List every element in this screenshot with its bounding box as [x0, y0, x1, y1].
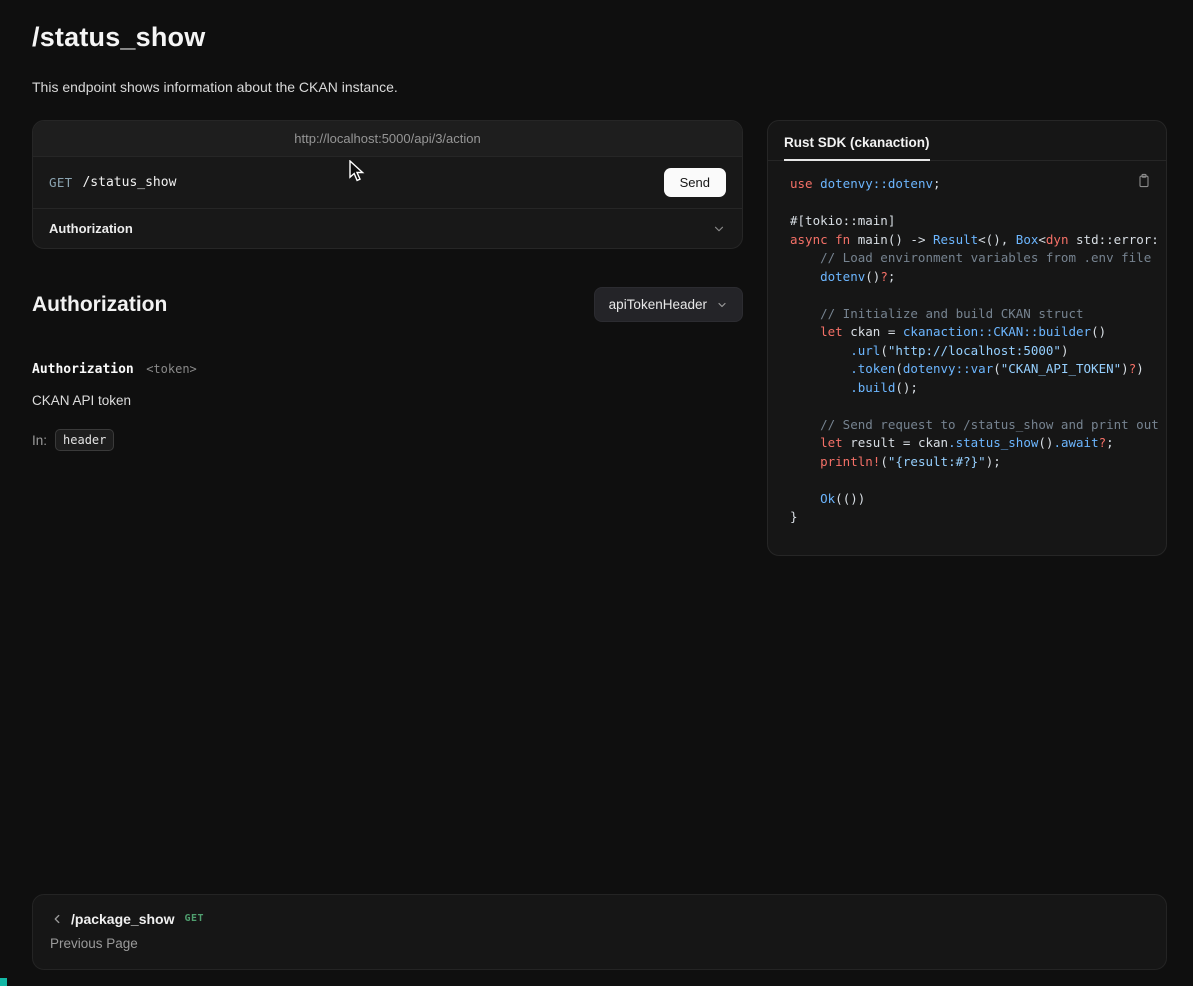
param-name: Authorization: [32, 362, 134, 377]
code-line: #[tokio::main]: [790, 212, 1158, 231]
page-title: /status_show: [32, 22, 1167, 53]
request-card: http://localhost:5000/api/3/action GET /…: [32, 120, 743, 249]
in-value-chip: header: [55, 429, 114, 451]
http-method-label: GET: [49, 175, 72, 190]
previous-page-label: Previous Page: [50, 936, 1146, 951]
param-description: CKAN API token: [32, 393, 743, 408]
param-type: <token>: [146, 362, 197, 376]
code-line: let result = ckan.status_show().await?;: [790, 434, 1158, 453]
in-label: In:: [32, 433, 47, 448]
auth-scheme-value: apiTokenHeader: [609, 297, 707, 312]
code-line: [790, 397, 1158, 416]
page-description: This endpoint shows information about th…: [32, 79, 1167, 95]
code-line: .token(dotenvy::var("CKAN_API_TOKEN")?): [790, 360, 1158, 379]
param-name-row: Authorization <token>: [32, 360, 743, 378]
code-block: use dotenvy::dotenv;#[tokio::main]async …: [790, 175, 1158, 527]
sdk-tabs: Rust SDK (ckanaction): [768, 121, 1166, 161]
code-line: }: [790, 508, 1158, 527]
code-line: .url("http://localhost:5000"): [790, 342, 1158, 361]
code-line: [790, 471, 1158, 490]
send-button[interactable]: Send: [664, 168, 726, 197]
chevron-left-icon: [50, 912, 64, 926]
authorization-header-row: Authorization apiTokenHeader: [32, 287, 743, 322]
sdk-example-card: Rust SDK (ckanaction) use dotenvy::doten…: [767, 120, 1167, 556]
previous-page-card[interactable]: /package_show GET Previous Page: [32, 894, 1167, 970]
chevron-down-icon: [712, 222, 726, 236]
previous-page-row: /package_show GET: [50, 911, 1146, 927]
authorization-heading: Authorization: [32, 293, 167, 317]
code-line: .build();: [790, 379, 1158, 398]
right-column: Rust SDK (ckanaction) use dotenvy::doten…: [767, 120, 1167, 556]
request-path: /status_show: [82, 175, 176, 190]
base-url-selector[interactable]: http://localhost:5000/api/3/action: [33, 121, 742, 157]
code-line: async fn main() -> Result<(), Box<dyn st…: [790, 231, 1158, 250]
dev-indicator: [0, 978, 7, 986]
auth-parameter: Authorization <token> CKAN API token In:…: [32, 360, 743, 451]
code-line: // Load environment variables from .env …: [790, 249, 1158, 268]
param-location-row: In: header: [32, 429, 743, 451]
page: /status_show This endpoint shows informa…: [0, 0, 1193, 970]
code-line: [790, 286, 1158, 305]
code-line: // Send request to /status_show and prin…: [790, 416, 1158, 435]
code-line: dotenv()?;: [790, 268, 1158, 287]
auth-scheme-select[interactable]: apiTokenHeader: [594, 287, 743, 322]
auth-collapsible-label: Authorization: [49, 221, 133, 236]
copy-code-button[interactable]: [1136, 173, 1152, 189]
previous-page-path: /package_show: [71, 911, 175, 927]
code-line: [790, 194, 1158, 213]
code-line: Ok(()): [790, 490, 1158, 509]
tab-rust-sdk[interactable]: Rust SDK (ckanaction): [784, 135, 930, 161]
code-line: use dotenvy::dotenv;: [790, 175, 1158, 194]
code-line: // Initialize and build CKAN struct: [790, 305, 1158, 324]
previous-page-method: GET: [185, 913, 205, 924]
base-url-text: http://localhost:5000/api/3/action: [294, 131, 480, 146]
clipboard-icon: [1136, 173, 1152, 189]
code-example: use dotenvy::dotenv;#[tokio::main]async …: [768, 161, 1166, 555]
request-row: GET /status_show Send: [33, 157, 742, 208]
code-line: let ckan = ckanaction::CKAN::builder(): [790, 323, 1158, 342]
code-line: println!("{result:#?}");: [790, 453, 1158, 472]
left-column: http://localhost:5000/api/3/action GET /…: [32, 120, 743, 451]
content-columns: http://localhost:5000/api/3/action GET /…: [32, 120, 1167, 556]
chevron-down-icon: [716, 299, 728, 311]
auth-collapsible-row[interactable]: Authorization: [33, 208, 742, 248]
